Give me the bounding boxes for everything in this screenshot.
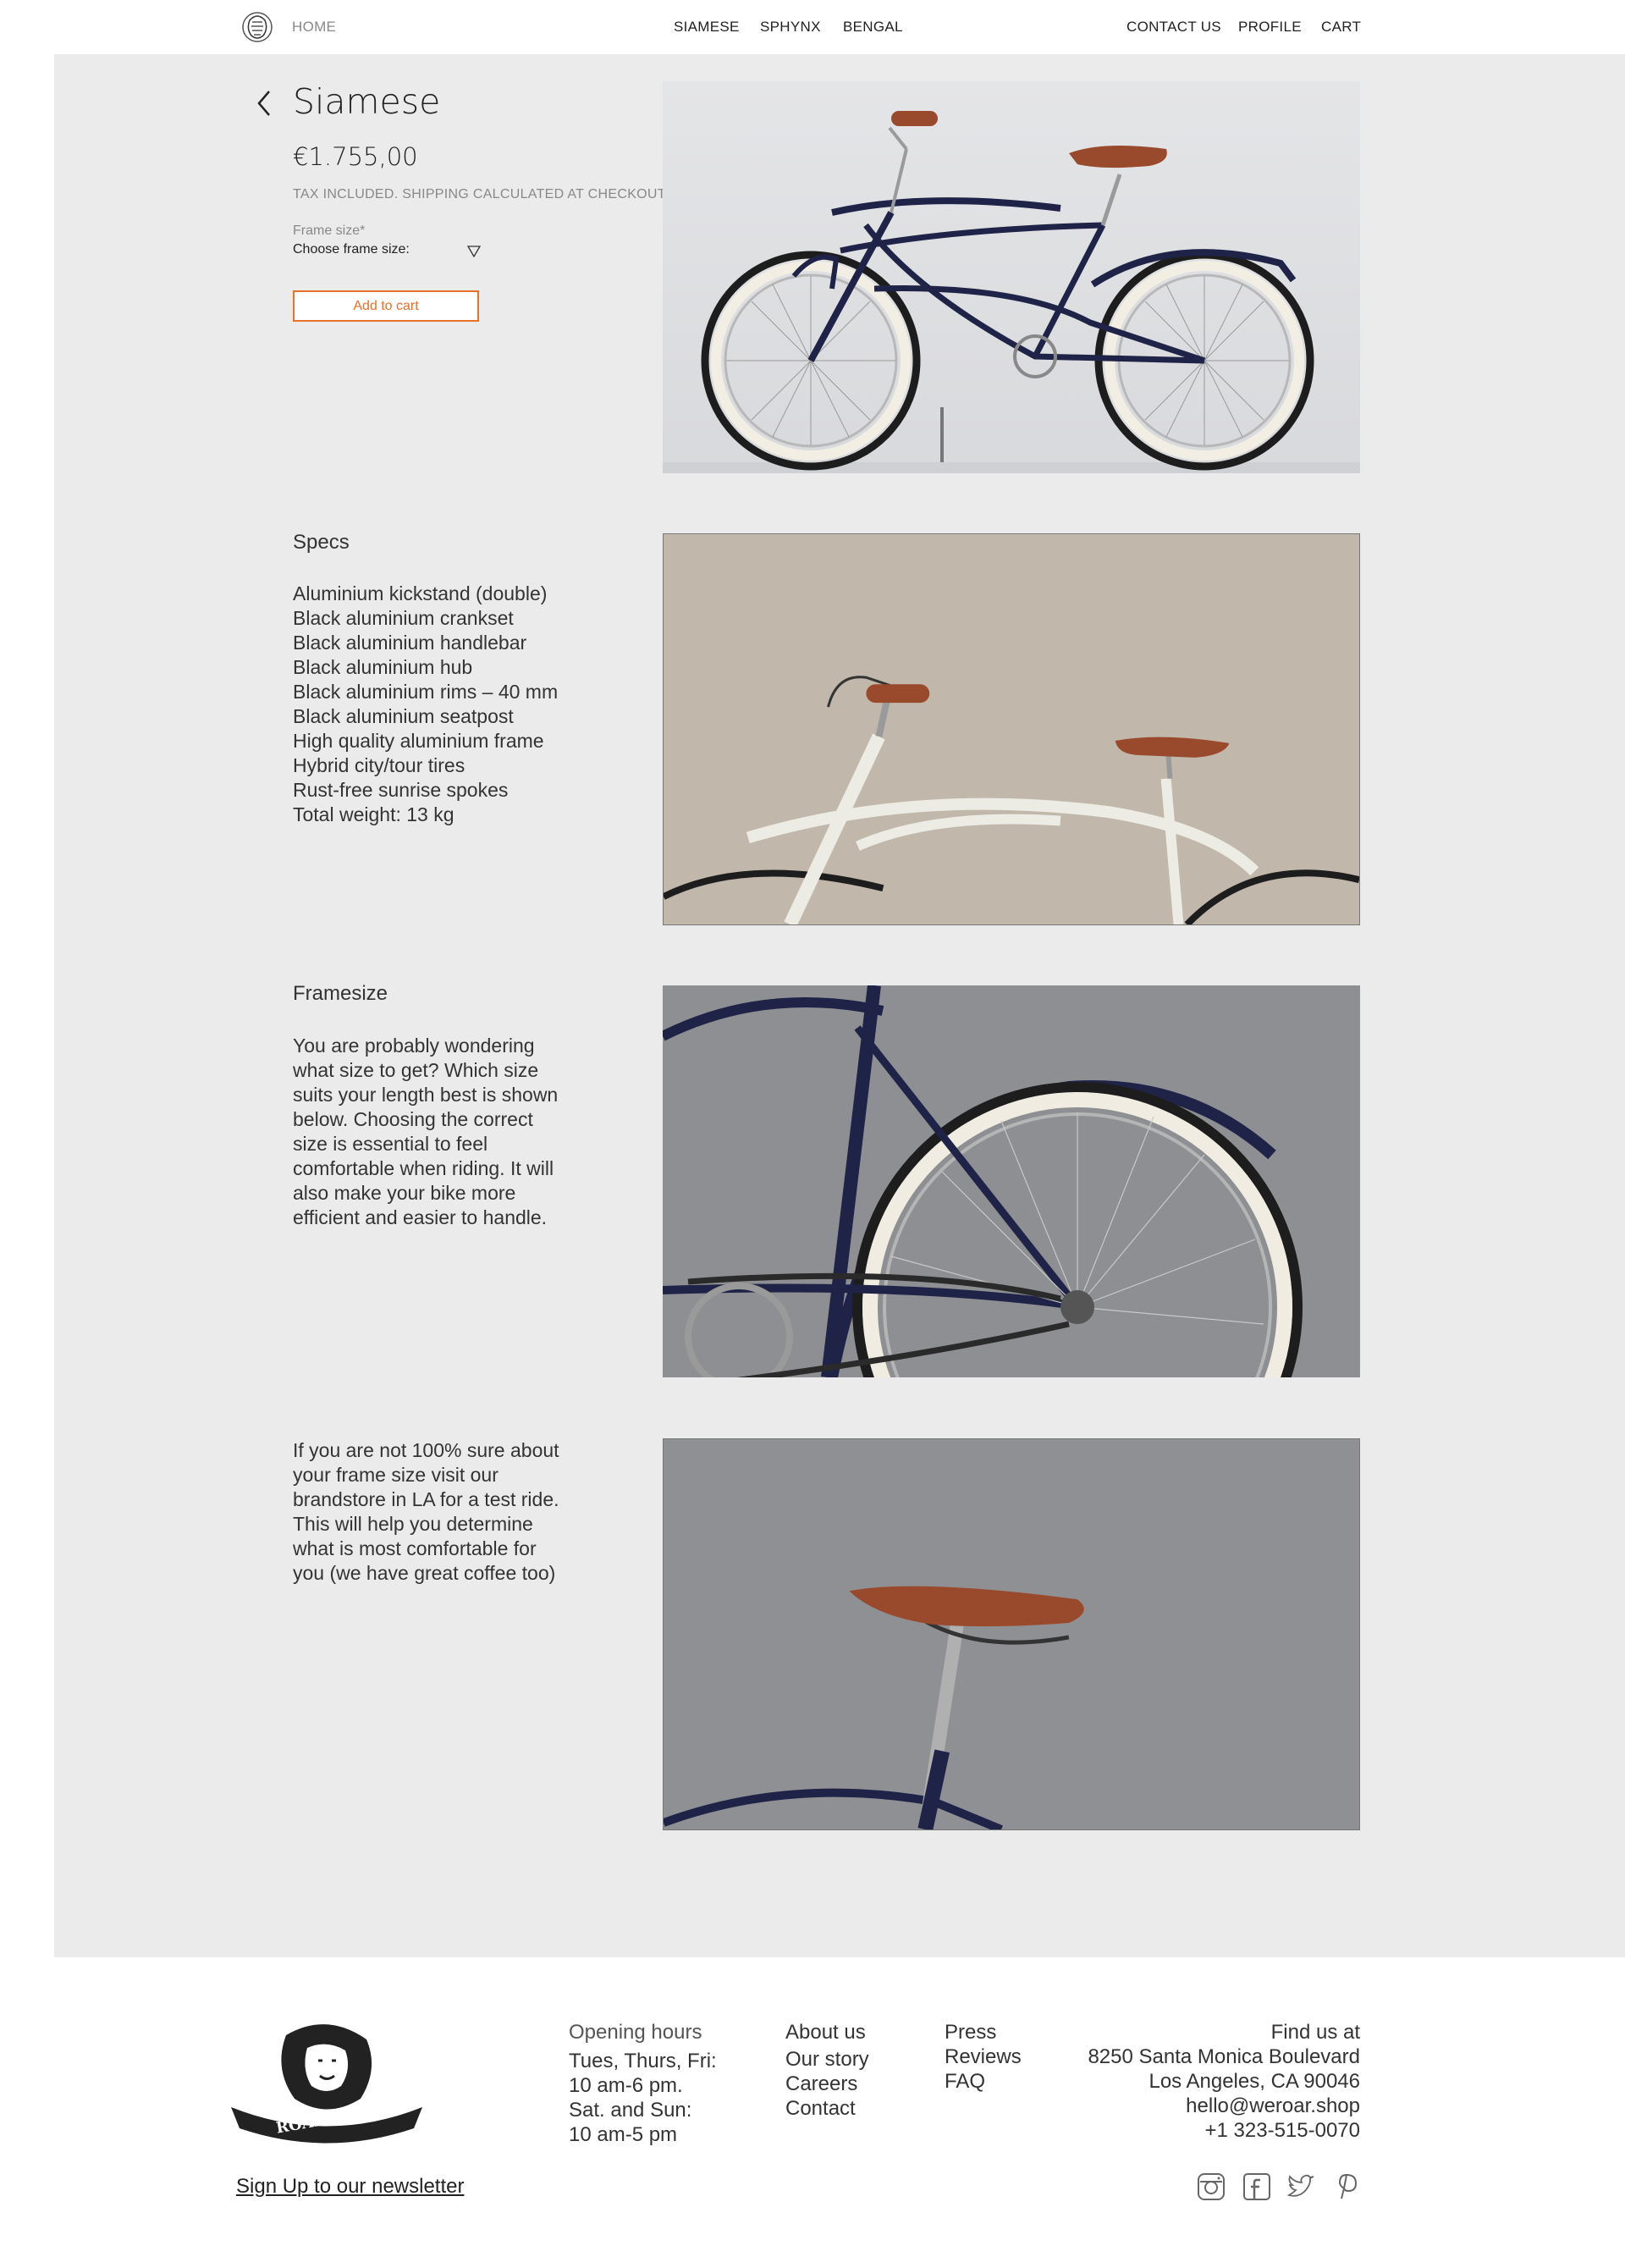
footer-link-faq[interactable]: FAQ <box>945 2069 1022 2094</box>
opening-hours-heading: Opening hours <box>569 2021 702 2044</box>
footer-link-about-us[interactable]: About us <box>785 2020 869 2045</box>
find-us: Find us at 8250 Santa Monica Boulevard L… <box>1088 2020 1360 2143</box>
instagram-icon[interactable] <box>1197 2172 1226 2201</box>
rear-wheel-photo <box>663 985 1360 1377</box>
nav-contact-link[interactable]: CONTACT US <box>1126 19 1221 36</box>
footer-link-press[interactable]: Press <box>945 2020 1022 2045</box>
spec-item: Black aluminium seatpost <box>293 705 514 727</box>
visit-store-text: If you are not 100% sure about your fram… <box>293 1439 559 1584</box>
footer-link-contact[interactable]: Contact <box>785 2096 869 2121</box>
nav-home-link[interactable]: HOME <box>292 19 336 36</box>
spec-item: Rust-free sunrise spokes <box>293 779 509 801</box>
spec-item: Black aluminium rims – 40 mm <box>293 681 559 703</box>
address-line: Los Angeles, CA 90046 <box>1149 2070 1360 2093</box>
hours-line: 10 am-5 pm <box>569 2123 678 2146</box>
spec-item: Hybrid city/tour tires <box>293 754 465 776</box>
nav-link-siamese[interactable]: SIAMESE <box>674 19 740 36</box>
framesize-heading: Framesize <box>293 982 388 1005</box>
bike-full-photo <box>663 81 1360 473</box>
product-title: Siamese <box>293 81 441 122</box>
specs-heading: Specs <box>293 531 350 554</box>
email-link[interactable]: hello@weroar.shop <box>1088 2094 1360 2118</box>
frame-size-value: Choose frame size: <box>293 242 410 257</box>
facebook-icon[interactable] <box>1242 2172 1271 2201</box>
product-price: €1.755,00 <box>293 142 418 171</box>
spec-item: Black aluminium handlebar <box>293 632 527 654</box>
roar-bikes-logo: ROAR BIKES <box>227 2018 427 2147</box>
back-arrow-icon[interactable] <box>254 88 274 119</box>
spec-item: Aluminium kickstand (double) <box>293 582 548 604</box>
pinterest-icon[interactable] <box>1332 2172 1361 2201</box>
nav-link-bengal[interactable]: BENGAL <box>843 19 903 36</box>
tax-note: TAX INCLUDED. SHIPPING CALCULATED AT CHE… <box>293 187 669 201</box>
press-links: Press Reviews FAQ <box>945 2020 1022 2094</box>
top-nav: HOME SIAMESE SPHYNX BENGAL CONTACT US PR… <box>0 0 1625 54</box>
footer-link-reviews[interactable]: Reviews <box>945 2045 1022 2069</box>
phone-link[interactable]: +1 323-515-0070 <box>1088 2118 1361 2143</box>
spec-item: Total weight: 13 kg <box>293 803 454 825</box>
twitter-icon[interactable] <box>1286 2172 1315 2201</box>
nav-cart-link[interactable]: CART <box>1321 19 1361 36</box>
about-links: About us Our story Careers Contact <box>785 2020 869 2121</box>
saddle-photo <box>663 1438 1360 1830</box>
spec-item: High quality aluminium frame <box>293 730 544 752</box>
add-to-cart-button[interactable]: Add to cart <box>293 290 479 322</box>
bike-handlebar-photo <box>663 533 1360 925</box>
frame-size-dropdown[interactable]: Choose frame size: <box>293 240 481 262</box>
frame-size-label: Frame size* <box>293 223 366 238</box>
hours-line: 10 am-6 pm. <box>569 2074 683 2097</box>
newsletter-signup-link[interactable]: Sign Up to our newsletter <box>236 2175 464 2199</box>
footer-link-our-story[interactable]: Our story <box>785 2047 869 2072</box>
framesize-text: You are probably wondering what size to … <box>293 1035 559 1228</box>
hours-line: Sat. and Sun: <box>569 2099 692 2122</box>
opening-hours: Opening hours Tues, Thurs, Fri: 10 am-6 … <box>569 2020 717 2147</box>
hours-line: Tues, Thurs, Fri: <box>569 2050 717 2072</box>
address-line: 8250 Santa Monica Boulevard <box>1088 2045 1360 2068</box>
spec-item: Black aluminium crankset <box>293 607 514 629</box>
specs-list: Aluminium kickstand (double) Black alumi… <box>293 582 558 827</box>
nav-link-sphynx[interactable]: SPHYNX <box>760 19 821 36</box>
lion-logo-icon[interactable] <box>241 10 273 44</box>
nav-profile-link[interactable]: PROFILE <box>1238 19 1302 36</box>
find-us-heading: Find us at <box>1270 2021 1360 2044</box>
footer-link-careers[interactable]: Careers <box>785 2072 869 2096</box>
spec-item: Black aluminium hub <box>293 656 473 678</box>
chevron-down-icon <box>467 246 481 257</box>
